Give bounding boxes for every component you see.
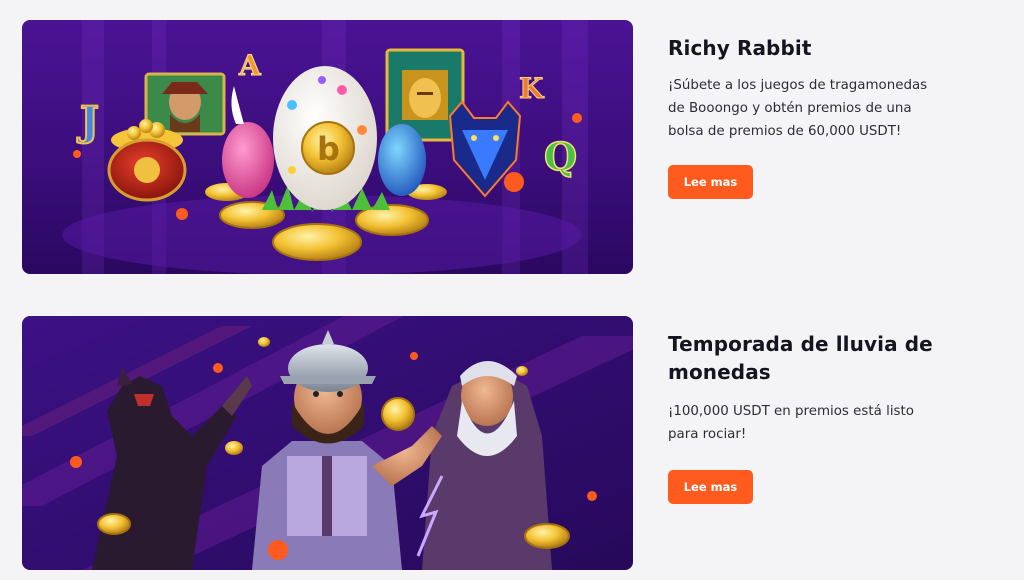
- letter-a-icon: A: [238, 49, 262, 82]
- promo-title: Richy Rabbit: [668, 36, 812, 60]
- letter-k-icon: K: [519, 72, 545, 105]
- promo-banner-coin-rain[interactable]: [22, 316, 633, 570]
- orange-dot-icon: [213, 363, 223, 373]
- orange-dot-icon: [70, 456, 82, 468]
- orange-dot-icon: [410, 352, 418, 360]
- promo-info-coin-rain: Temporada de lluvia de monedas ¡100,000 …: [668, 330, 998, 504]
- promo-banner-richy-rabbit[interactable]: J A K Q b: [22, 20, 633, 274]
- orange-dot-icon: [587, 491, 597, 501]
- promo-description: ¡Súbete a los juegos de tragamonedas de …: [668, 78, 928, 139]
- promo-card-richy-rabbit: J A K Q b Richy Rabbit ¡Súbete a los jue…: [22, 20, 1022, 274]
- orange-dot-icon: [572, 113, 582, 123]
- letter-j-icon: J: [77, 98, 99, 145]
- promo-title: Temporada de lluvia de monedas: [668, 332, 933, 384]
- white-egg-icon: b: [273, 66, 377, 210]
- promo-description: ¡100,000 USDT en premios está listo para…: [668, 404, 914, 442]
- promo-info-richy-rabbit: Richy Rabbit ¡Súbete a los juegos de tra…: [668, 34, 998, 199]
- booongo-logo-icon: b: [317, 130, 340, 168]
- blue-egg-icon: [378, 124, 426, 196]
- letter-q-icon: Q: [544, 134, 577, 179]
- orange-dot-icon: [504, 172, 524, 192]
- richy-rabbit-banner-art: J A K Q b: [22, 20, 633, 274]
- orange-dot-icon: [73, 150, 81, 158]
- read-more-button[interactable]: Lee mas: [668, 165, 753, 199]
- coin-rain-banner-art: [22, 316, 633, 570]
- orange-dot-icon: [176, 208, 188, 220]
- promo-card-coin-rain: Temporada de lluvia de monedas ¡100,000 …: [22, 316, 1022, 570]
- read-more-button[interactable]: Lee mas: [668, 470, 753, 504]
- orange-dot-icon: [268, 540, 288, 560]
